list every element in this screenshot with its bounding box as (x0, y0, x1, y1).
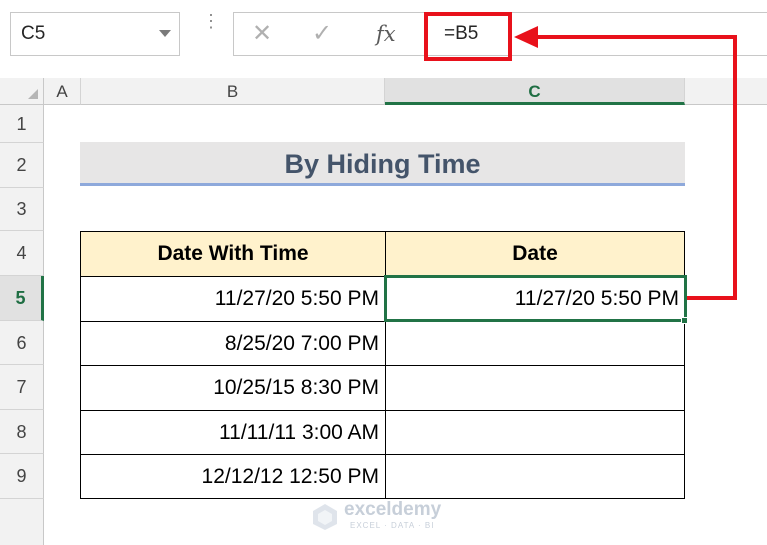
annotation-arrow (514, 26, 737, 300)
watermark-tagline: EXCEL · DATA · BI (350, 521, 435, 530)
exceldemy-logo-icon (313, 504, 337, 530)
watermark-name: exceldemy (344, 499, 442, 520)
exceldemy-watermark: exceldemy EXCEL · DATA · BI (312, 499, 462, 535)
